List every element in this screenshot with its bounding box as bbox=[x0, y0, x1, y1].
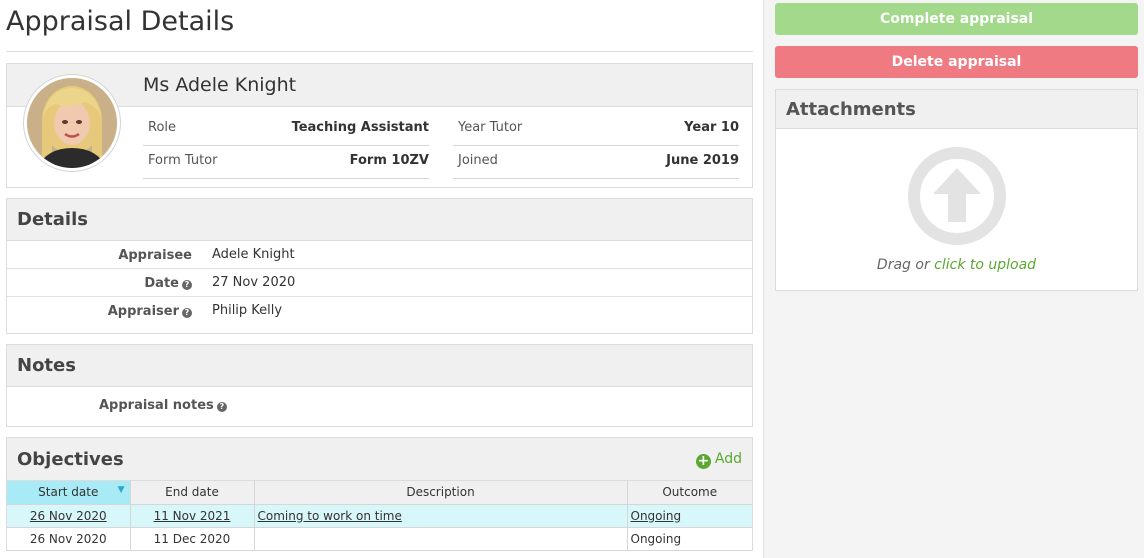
info-value: June 2019 bbox=[666, 153, 739, 168]
cell-start-date[interactable]: 26 Nov 2020 bbox=[7, 504, 131, 528]
detail-row-appraisee: Appraisee Adele Knight bbox=[7, 241, 752, 269]
side-panel: Complete appraisal Delete appraisal Atta… bbox=[763, 0, 1144, 558]
attachments-heading: Attachments bbox=[776, 90, 1137, 129]
help-icon[interactable]: ? bbox=[182, 280, 192, 290]
table-row[interactable]: 26 Nov 2020 11 Nov 2021 Coming to work o… bbox=[7, 504, 752, 528]
sort-down-icon: ▼ bbox=[117, 485, 125, 495]
help-icon[interactable]: ? bbox=[216, 402, 227, 412]
avatar bbox=[23, 74, 121, 172]
person-photo-icon bbox=[27, 78, 117, 168]
column-end-date[interactable]: End date bbox=[130, 481, 255, 505]
column-description[interactable]: Description bbox=[254, 481, 628, 505]
info-value: Teaching Assistant bbox=[291, 120, 429, 135]
page-title: Appraisal Details bbox=[6, 6, 235, 37]
detail-label: Date? bbox=[144, 276, 192, 291]
detail-value: 27 Nov 2020 bbox=[212, 275, 296, 290]
title-divider bbox=[6, 51, 753, 52]
objectives-heading: Objectives bbox=[17, 449, 124, 470]
notes-heading: Notes bbox=[7, 345, 752, 387]
detail-value: Philip Kelly bbox=[212, 303, 283, 318]
cell-text[interactable]: Ongoing bbox=[631, 509, 682, 523]
column-outcome[interactable]: Outcome bbox=[627, 481, 752, 505]
upload-dropzone-text[interactable]: Drag or click to upload bbox=[776, 257, 1137, 273]
profile-card: Ms Adele Knight Role Teaching Assistant … bbox=[6, 63, 753, 188]
table-row[interactable]: 26 Nov 2020 11 Dec 2020 Ongoing bbox=[7, 527, 752, 551]
column-start-date[interactable]: Start date ▼ bbox=[7, 481, 131, 505]
cell-text[interactable]: Coming to work on time bbox=[258, 509, 402, 523]
notes-body: Appraisal notes? bbox=[7, 387, 752, 426]
column-label: End date bbox=[165, 485, 219, 500]
main-content: Appraisal Details Ms Adele Knight Role T… bbox=[6, 0, 753, 551]
notes-label: Appraisal notes? bbox=[99, 398, 227, 413]
detail-row-date: Date? 27 Nov 2020 bbox=[7, 269, 752, 297]
detail-value: Adele Knight bbox=[212, 247, 295, 262]
drag-text: Drag or bbox=[876, 257, 930, 273]
column-label: Outcome bbox=[662, 485, 718, 500]
info-label: Role bbox=[148, 120, 177, 135]
column-label: Description bbox=[406, 485, 475, 500]
avatar-photo bbox=[27, 78, 117, 168]
detail-label-text: Appraisee bbox=[118, 248, 192, 263]
cell-description[interactable]: Coming to work on time bbox=[254, 504, 628, 528]
objectives-header: Objectives + Add bbox=[7, 438, 752, 481]
info-label: Year Tutor bbox=[458, 120, 523, 135]
info-year-tutor: Year Tutor Year 10 bbox=[453, 114, 739, 146]
add-label: Add bbox=[714, 451, 742, 467]
info-value: Year 10 bbox=[684, 120, 739, 135]
delete-appraisal-button[interactable]: Delete appraisal bbox=[775, 46, 1138, 78]
plus-circle-icon: + bbox=[695, 453, 711, 469]
info-role: Role Teaching Assistant bbox=[143, 114, 429, 146]
profile-header: Ms Adele Knight bbox=[7, 64, 752, 107]
cell-outcome[interactable]: Ongoing bbox=[627, 504, 752, 528]
details-heading: Details bbox=[7, 199, 752, 241]
info-value: Form 10ZV bbox=[349, 153, 429, 168]
click-to-upload-link[interactable]: click to upload bbox=[934, 257, 1036, 273]
help-icon[interactable]: ? bbox=[182, 308, 192, 318]
cell-end-date[interactable]: 11 Dec 2020 bbox=[130, 527, 255, 551]
info-form-tutor: Form Tutor Form 10ZV bbox=[143, 147, 429, 179]
add-objective-button[interactable]: + Add bbox=[695, 438, 742, 481]
cell-text[interactable]: 26 Nov 2020 bbox=[30, 509, 107, 523]
profile-name: Ms Adele Knight bbox=[143, 74, 297, 96]
cell-description[interactable] bbox=[254, 527, 628, 551]
column-label: Start date bbox=[38, 485, 99, 500]
detail-label: Appraiser? bbox=[108, 304, 192, 319]
cell-end-date[interactable]: 11 Nov 2021 bbox=[130, 504, 255, 528]
notes-label-text: Appraisal notes bbox=[99, 398, 214, 413]
objectives-panel: Objectives + Add Start date ▼ End date Des… bbox=[6, 437, 753, 551]
info-joined: Joined June 2019 bbox=[453, 147, 739, 179]
upload-arrow-icon[interactable] bbox=[907, 146, 1007, 246]
notes-panel: Notes Appraisal notes? bbox=[6, 344, 753, 427]
detail-label: Appraisee bbox=[118, 248, 192, 263]
detail-row-appraiser: Appraiser? Philip Kelly bbox=[7, 297, 752, 333]
detail-label-text: Date bbox=[144, 276, 179, 291]
attachments-panel: Attachments Drag or click to upload bbox=[775, 89, 1138, 291]
cell-outcome[interactable]: Ongoing bbox=[627, 527, 752, 551]
cell-start-date[interactable]: 26 Nov 2020 bbox=[7, 527, 131, 551]
details-panel: Details Appraisee Adele Knight Date? 27 … bbox=[6, 198, 753, 334]
objectives-table: Start date ▼ End date Description Outcome… bbox=[7, 481, 752, 551]
info-label: Form Tutor bbox=[148, 153, 218, 168]
cell-text[interactable]: 11 Nov 2021 bbox=[154, 509, 231, 523]
info-label: Joined bbox=[458, 153, 498, 168]
detail-label-text: Appraiser bbox=[107, 304, 179, 319]
complete-appraisal-button[interactable]: Complete appraisal bbox=[775, 3, 1138, 35]
